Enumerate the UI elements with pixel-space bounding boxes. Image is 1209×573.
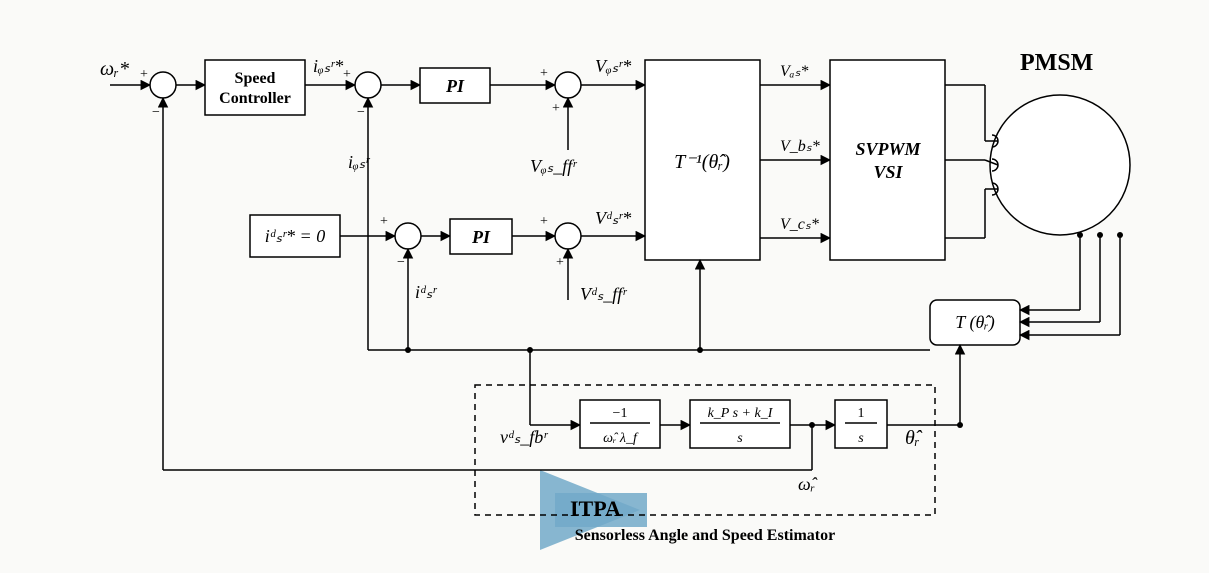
svg-text:+: +: [540, 214, 548, 229]
svg-text:+: +: [556, 255, 564, 270]
svg-text:−: −: [152, 105, 160, 120]
svg-text:Controller: Controller: [219, 90, 291, 107]
summing-junction: [555, 223, 581, 249]
label-vds-ref: Vᵈₛʳ*: [595, 208, 631, 228]
svg-text:SVPWM: SVPWM: [855, 139, 921, 159]
label-iqs: iᵩₛʳ: [348, 152, 370, 172]
svg-text:PI: PI: [445, 76, 465, 96]
svg-text:k_P s + k_I: k_P s + k_I: [708, 406, 774, 421]
motor-label: PMSM: [1020, 50, 1093, 76]
summing-junction: [355, 72, 381, 98]
summing-junction: [555, 72, 581, 98]
svg-text:−: −: [397, 255, 405, 270]
pmsm-motor-icon: [990, 95, 1130, 235]
svg-text:s: s: [858, 431, 864, 446]
label-iqs-ref: iᵩₛʳ*: [313, 56, 343, 76]
svg-text:T⁻¹(θ̂ᵣ): T⁻¹(θ̂ᵣ): [674, 151, 730, 173]
svpwm-vsi-block: [830, 60, 945, 260]
label-ids: iᵈₛʳ: [415, 282, 437, 302]
label-wr-hat: ω̂ᵣ: [798, 474, 818, 494]
svg-text:−: −: [357, 105, 365, 120]
svg-text:+: +: [380, 214, 388, 229]
summing-junction: [150, 72, 176, 98]
estimator-caption: Sensorless Angle and Speed Estimator: [575, 527, 835, 544]
svg-text:+: +: [552, 101, 560, 116]
svg-text:Vₐₛ*: Vₐₛ*: [780, 63, 808, 80]
svg-text:+: +: [140, 67, 148, 82]
svg-text:V_cₛ*: V_cₛ*: [780, 216, 819, 233]
watermark-text: ITPA: [570, 496, 621, 521]
label-vds-ff: Vᵈₛ_ffʳ: [580, 284, 627, 304]
svg-text:VSI: VSI: [873, 162, 903, 182]
svg-text:ω̂ᵣ λ_f: ω̂ᵣ λ_f: [603, 431, 639, 446]
svg-text:−1: −1: [613, 406, 628, 421]
label-vqs-ff: Vᵩₛ_ffʳ: [530, 156, 577, 176]
label-wr-ref: ωᵣ*: [100, 58, 129, 80]
svg-text:1: 1: [858, 406, 865, 421]
svg-text:V_bₛ*: V_bₛ*: [780, 138, 820, 155]
label-theta-hat: θ̂ᵣ: [905, 427, 923, 449]
svg-text:T (θ̂ᵣ): T (θ̂ᵣ): [955, 312, 994, 333]
svg-text:+: +: [540, 66, 548, 81]
svg-text:iᵈₛʳ* = 0: iᵈₛʳ* = 0: [265, 226, 325, 246]
svg-text:PI: PI: [471, 227, 491, 247]
label-vds-fb: vᵈₛ_fbʳ: [500, 427, 548, 447]
svg-text:s: s: [737, 431, 743, 446]
svg-text:+: +: [343, 67, 351, 82]
summing-junction: [395, 223, 421, 249]
label-vqs-ref: Vᵩₛʳ*: [595, 56, 631, 76]
svg-text:Speed: Speed: [235, 70, 276, 87]
